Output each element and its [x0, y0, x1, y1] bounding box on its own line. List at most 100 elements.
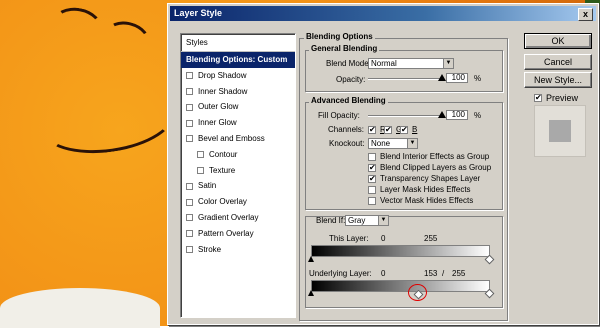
style-checkbox[interactable]: [197, 151, 204, 159]
style-checkbox[interactable]: [186, 214, 193, 222]
fill-opacity-slider-track[interactable]: [368, 115, 442, 117]
styles-item-label: Bevel and Emboss: [198, 133, 265, 143]
styles-item-label: Inner Glow: [198, 118, 237, 128]
option-layer-mask-hides-effects[interactable]: Layer Mask Hides Effects: [368, 185, 471, 194]
style-checkbox[interactable]: [197, 166, 204, 174]
background-white-shape: [0, 288, 160, 328]
styles-item-inner-glow[interactable]: Inner Glow: [181, 115, 295, 131]
option-label: Blend Interior Effects as Group: [380, 152, 490, 161]
opacity-slider-thumb[interactable]: [438, 74, 446, 81]
styles-item-blending-options-custom[interactable]: Blending Options: Custom: [181, 52, 295, 68]
underlying-layer-split: 153: [424, 269, 438, 278]
styles-item-label: Gradient Overlay: [198, 212, 259, 222]
fill-opacity-slider-thumb[interactable]: [438, 111, 446, 118]
style-preview-swatch: [534, 105, 586, 157]
underlying-layer-black-slider[interactable]: [308, 290, 314, 296]
check-icon: [368, 196, 376, 205]
blending-options-title: Blending Options: [304, 32, 375, 41]
highlight-circle-annotation: [408, 284, 427, 301]
knockout-select[interactable]: None ▼: [368, 138, 418, 149]
styles-item-stroke[interactable]: Stroke: [181, 242, 295, 258]
preview-checkbox[interactable]: ✔ Preview: [534, 93, 578, 103]
blend-mode-select[interactable]: Normal ▼: [368, 58, 454, 69]
underlying-layer-gradient: [311, 280, 490, 292]
underlying-layer-label: Underlying Layer:: [309, 269, 372, 278]
cancel-button[interactable]: Cancel: [524, 54, 592, 70]
opacity-slider-track[interactable]: [368, 78, 442, 80]
styles-item-texture[interactable]: Texture: [181, 163, 295, 179]
fill-opacity-label: Fill Opacity:: [318, 111, 360, 120]
style-checkbox[interactable]: [186, 198, 193, 206]
check-icon: ✔: [368, 162, 376, 172]
preview-sample: [549, 120, 571, 142]
this-layer-gradient: [311, 245, 490, 257]
option-label: Transparency Shapes Layer: [380, 174, 481, 183]
underlying-layer-separator: /: [442, 269, 445, 278]
channels-label: Channels:: [328, 125, 365, 134]
knockout-label: Knockout:: [329, 139, 365, 148]
advanced-blending-title: Advanced Blending: [309, 96, 388, 105]
styles-item-satin[interactable]: Satin: [181, 178, 295, 194]
style-checkbox[interactable]: [186, 245, 193, 253]
new-style-button[interactable]: New Style...: [524, 72, 592, 88]
style-checkbox[interactable]: [186, 230, 193, 238]
styles-item-label: Satin: [198, 181, 217, 191]
opacity-input[interactable]: 100: [446, 73, 468, 83]
style-checkbox[interactable]: [186, 135, 193, 143]
option-blend-interior-effects-as-group[interactable]: Blend Interior Effects as Group: [368, 152, 489, 161]
option-label: Vector Mask Hides Effects: [380, 196, 474, 205]
check-icon: ✔: [368, 124, 376, 134]
option-transparency-shapes-layer[interactable]: ✔ Transparency Shapes Layer: [368, 174, 480, 183]
option-vector-mask-hides-effects[interactable]: Vector Mask Hides Effects: [368, 196, 473, 205]
style-checkbox[interactable]: [186, 72, 193, 80]
general-blending-title: General Blending: [309, 44, 380, 53]
styles-item-label: Texture: [209, 165, 236, 175]
styles-item-pattern-overlay[interactable]: Pattern Overlay: [181, 226, 295, 242]
styles-item-label: Stroke: [198, 244, 222, 254]
styles-header[interactable]: Styles: [181, 34, 295, 52]
styles-list: Styles Blending Options: Custom Drop Shad…: [180, 33, 296, 318]
blend-mode-label: Blend Mode:: [326, 59, 371, 68]
title-bar[interactable]: Layer Style x: [170, 6, 596, 21]
styles-item-bevel-and-emboss[interactable]: Bevel and Emboss: [181, 131, 295, 147]
blend-if-group: [305, 216, 503, 308]
styles-item-inner-shadow[interactable]: Inner Shadow: [181, 84, 295, 100]
styles-item-label: Color Overlay: [198, 197, 247, 207]
this-layer-label: This Layer:: [329, 234, 369, 243]
style-checkbox[interactable]: [186, 87, 193, 95]
close-button[interactable]: x: [578, 8, 593, 21]
styles-item-label: Drop Shadow: [198, 70, 247, 80]
channel-checkbox-b[interactable]: ✔ B: [400, 125, 417, 134]
this-layer-min: 0: [381, 234, 386, 243]
styles-item-drop-shadow[interactable]: Drop Shadow: [181, 68, 295, 84]
layer-style-dialog: Layer Style x Styles Blending Options: C…: [167, 3, 599, 325]
opacity-label: Opacity:: [336, 75, 366, 84]
styles-item-color-overlay[interactable]: Color Overlay: [181, 194, 295, 210]
chevron-down-icon: ▼: [407, 139, 417, 148]
fill-opacity-unit: %: [474, 111, 482, 120]
close-icon: x: [582, 9, 588, 19]
preview-label: Preview: [546, 93, 579, 103]
styles-item-outer-glow[interactable]: Outer Glow: [181, 99, 295, 115]
option-blend-clipped-layers-as-group[interactable]: ✔ Blend Clipped Layers as Group: [368, 163, 491, 172]
styles-item-gradient-overlay[interactable]: Gradient Overlay: [181, 210, 295, 226]
underlying-layer-max: 255: [452, 269, 466, 278]
styles-item-label: Pattern Overlay: [198, 228, 254, 238]
blend-if-select[interactable]: Gray ▼: [345, 215, 389, 226]
chevron-down-icon: ▼: [443, 59, 453, 68]
opacity-unit: %: [474, 74, 482, 83]
channel-label: B: [412, 125, 418, 134]
style-checkbox[interactable]: [186, 103, 193, 111]
this-layer-black-slider[interactable]: [308, 256, 314, 262]
style-checkbox[interactable]: [186, 182, 193, 190]
check-icon: [368, 185, 376, 194]
underlying-layer-min: 0: [381, 269, 386, 278]
check-icon: ✔: [368, 173, 376, 183]
styles-item-label: Contour: [209, 149, 238, 159]
styles-item-contour[interactable]: Contour: [181, 147, 295, 163]
style-checkbox[interactable]: [186, 119, 193, 127]
fill-opacity-input[interactable]: 100: [446, 110, 468, 120]
styles-item-label: Inner Shadow: [198, 86, 248, 96]
ok-button[interactable]: OK: [524, 33, 592, 49]
option-label: Blend Clipped Layers as Group: [380, 163, 492, 172]
